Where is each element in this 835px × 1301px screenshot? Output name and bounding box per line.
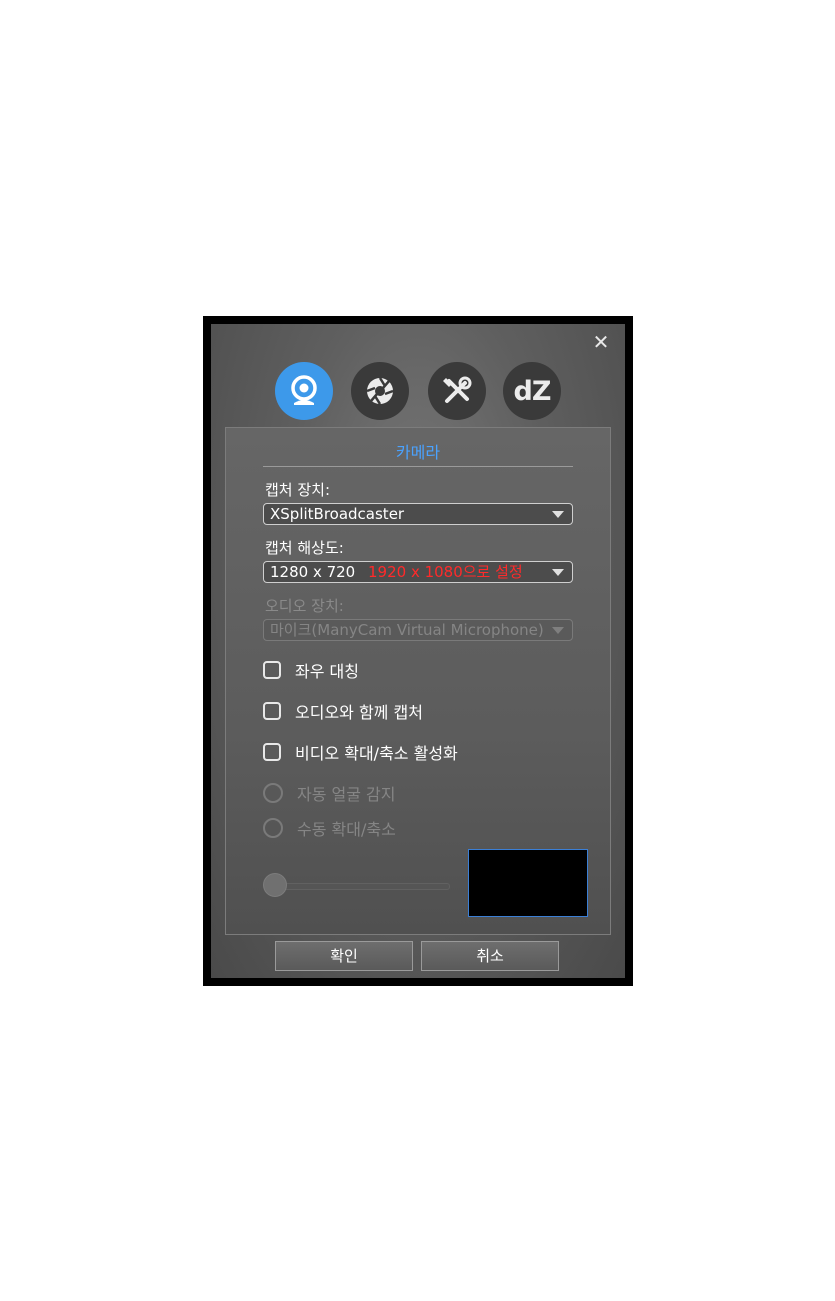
capture-device-value: XSplitBroadcaster <box>270 505 405 523</box>
capture-audio-label: 오디오와 함께 캡처 <box>295 703 423 722</box>
capture-device-label: 캡처 장치: <box>265 481 331 499</box>
auto-face-radio-row: 자동 얼굴 감지 <box>263 782 396 804</box>
audio-device-select: 마이크(ManyCam Virtual Microphone) <box>263 619 573 641</box>
ok-button[interactable]: 확인 <box>275 941 413 971</box>
video-zoom-checkbox-row[interactable]: 비디오 확대/축소 활성화 <box>263 741 458 763</box>
zoom-preview <box>468 849 588 917</box>
capture-audio-checkbox[interactable] <box>263 702 281 720</box>
capture-audio-checkbox-row[interactable]: 오디오와 함께 캡처 <box>263 700 423 722</box>
camera-panel: 카메라 캡처 장치: XSplitBroadcaster 캡처 해상도: 128… <box>225 427 611 935</box>
close-button[interactable]: ✕ <box>591 332 611 352</box>
webcam-icon <box>289 375 319 407</box>
video-zoom-checkbox[interactable] <box>263 743 281 761</box>
resolution-annotation: 1920 x 1080으로 설정 <box>368 563 523 581</box>
dialog-frame: ✕ dZ 카메라 캡처 장치: XSplitBroadcaster 캡처 해상도… <box>203 316 633 986</box>
capture-resolution-label: 캡처 해상도: <box>265 539 344 557</box>
tab-about[interactable]: dZ <box>503 362 561 420</box>
chevron-down-icon <box>552 627 564 634</box>
manual-zoom-radio <box>263 818 283 838</box>
mirror-label: 좌우 대칭 <box>295 662 359 681</box>
mirror-checkbox-row[interactable]: 좌우 대칭 <box>263 659 359 681</box>
auto-face-label: 자동 얼굴 감지 <box>297 785 396 804</box>
tools-icon <box>440 374 474 408</box>
aperture-icon <box>363 374 397 408</box>
zoom-slider-track <box>268 883 450 890</box>
dz-logo-icon: dZ <box>513 375 552 407</box>
capture-resolution-value: 1280 x 720 <box>270 563 356 581</box>
audio-device-value: 마이크(ManyCam Virtual Microphone) <box>270 621 544 639</box>
cancel-button[interactable]: 취소 <box>421 941 559 971</box>
capture-resolution-select[interactable]: 1280 x 720 1920 x 1080으로 설정 <box>263 561 573 583</box>
audio-device-label: 오디오 장치: <box>265 597 344 615</box>
manual-zoom-label: 수동 확대/축소 <box>297 820 396 839</box>
camera-settings-dialog: ✕ dZ 카메라 캡처 장치: XSplitBroadcaster 캡처 해상도… <box>211 324 625 978</box>
auto-face-radio <box>263 783 283 803</box>
capture-device-select[interactable]: XSplitBroadcaster <box>263 503 573 525</box>
manual-zoom-radio-row: 수동 확대/축소 <box>263 817 396 839</box>
video-zoom-label: 비디오 확대/축소 활성화 <box>295 744 458 763</box>
tab-tools[interactable] <box>428 362 486 420</box>
chevron-down-icon <box>552 569 564 576</box>
chevron-down-icon <box>552 511 564 518</box>
tab-effects[interactable] <box>351 362 409 420</box>
mirror-checkbox[interactable] <box>263 661 281 679</box>
zoom-slider-thumb <box>263 873 287 897</box>
panel-title: 카메라 <box>263 440 573 467</box>
tab-camera[interactable] <box>275 362 333 420</box>
